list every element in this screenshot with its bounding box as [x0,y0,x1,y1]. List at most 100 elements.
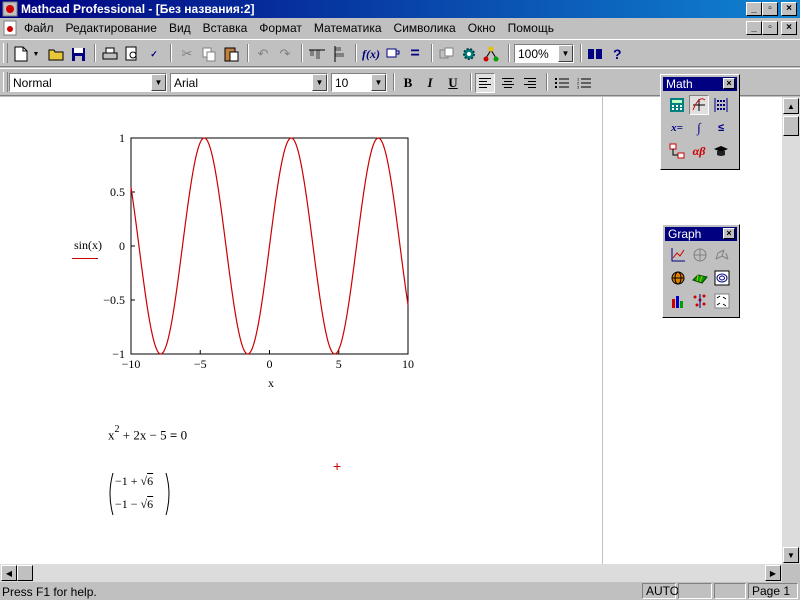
insert-function-button[interactable]: f(x) [360,43,382,65]
print-preview-button[interactable] [121,43,143,65]
paste-clipboard-icon [224,47,238,62]
zoom-select[interactable]: 100% ▼ [514,44,574,63]
maximize-button[interactable]: ▫ [762,2,778,16]
gear-icon [463,48,475,60]
bullets-button[interactable] [551,72,573,94]
math-palette[interactable]: Math × x= ∫ ≤ αβ [660,74,740,170]
matrix-toolbar-button[interactable] [711,95,731,115]
calculus-toolbar-button[interactable]: ∫ [689,118,709,138]
menu-format[interactable]: Формат [259,21,302,35]
font-size-select[interactable]: 10 ▼ [331,73,387,92]
new-document-button[interactable] [10,43,32,65]
graph-palette-close-button[interactable]: × [723,228,735,239]
new-dropdown-arrow[interactable]: ▼ [30,43,42,65]
greek-toolbar-button[interactable]: αβ [689,141,709,161]
scroll-down-button[interactable]: ▼ [783,547,799,563]
align-down-button[interactable] [328,43,350,65]
vertical-scrollbar[interactable]: ▲ ▼ [782,97,800,564]
scrollbar-corner [782,564,800,582]
toolbar-grip[interactable] [3,43,8,63]
mathcad-app-icon[interactable] [2,1,18,17]
graph-palette[interactable]: Graph × [662,224,740,318]
redo-button[interactable]: ↷ [274,43,296,65]
minimize-button[interactable]: _ [746,2,762,16]
calculate-button[interactable]: = [404,43,426,65]
style-dropdown-arrow[interactable]: ▼ [151,74,166,91]
boolean-toolbar-button[interactable]: ≤ [711,118,731,138]
3d-scatter-button[interactable] [690,291,710,311]
contour-plot-button[interactable] [668,268,688,288]
spell-check-button[interactable]: ✓ [143,43,165,65]
undo-button[interactable]: ↶ [252,43,274,65]
italic-button[interactable]: I [420,73,440,93]
programming-toolbar-button[interactable] [667,141,687,161]
xy-plot-button[interactable] [668,245,688,265]
menu-help[interactable]: Помощь [508,21,554,35]
doc-minimize-button[interactable]: _ [746,21,762,35]
font-dropdown-arrow[interactable]: ▼ [312,74,327,91]
equation-region[interactable]: x2 + 2x − 5 = 0 [108,424,187,443]
save-button[interactable] [67,43,89,65]
insert-unit-button[interactable] [382,43,404,65]
doc-close-button[interactable]: × [781,21,797,35]
font-select[interactable]: Arial ▼ [170,73,328,92]
project-button[interactable] [480,43,502,65]
horizontal-scrollbar[interactable]: ◀ ▶ [0,564,782,582]
menu-file[interactable]: Файл [24,21,54,35]
underline-button[interactable]: U [443,73,463,93]
evaluation-toolbar-button[interactable]: x= [667,118,687,138]
calculator-toolbar-button[interactable] [667,95,687,115]
scroll-left-button[interactable]: ◀ [1,565,17,581]
insert-component-button[interactable] [436,43,458,65]
paste-button[interactable] [220,43,242,65]
3d-surface-icon [692,274,708,284]
font-size-dropdown-arrow[interactable]: ▼ [371,74,386,91]
vector-field-icon [714,293,730,309]
toolbar-grip[interactable] [3,72,8,92]
new-document-icon [14,46,28,62]
document-icon[interactable] [2,20,18,36]
math-palette-titlebar[interactable]: Math × [663,77,737,91]
close-button[interactable]: × [781,2,797,16]
copy-button[interactable] [198,43,220,65]
menu-window[interactable]: Окно [468,21,496,35]
math-palette-close-button[interactable]: × [723,78,735,89]
menu-insert[interactable]: Вставка [203,21,248,35]
solution-vector[interactable]: −1 + √6 −1 − √6 [106,471,176,517]
reference-book-button[interactable] [584,43,606,65]
3d-bar-plot-button[interactable] [668,291,688,311]
graph-palette-titlebar[interactable]: Graph × [665,227,737,241]
align-right-button[interactable] [519,72,541,94]
style-select[interactable]: Normal ▼ [9,73,167,92]
open-button[interactable] [45,43,67,65]
align-across-button[interactable] [306,43,328,65]
print-button[interactable] [99,43,121,65]
menu-symbolics[interactable]: Символика [394,21,456,35]
menu-edit[interactable]: Редактирование [66,21,157,35]
graph-toolbar-button[interactable] [689,95,709,115]
resource-center-button[interactable] [458,43,480,65]
horizontal-scroll-thumb[interactable] [17,565,33,581]
3d-surface-button[interactable] [690,268,710,288]
xy-plot[interactable]: −10 −5 0 5 1010.50−0.5−1 [60,127,430,397]
menu-view[interactable]: Вид [169,21,191,35]
vertical-scroll-thumb[interactable] [783,116,799,136]
doc-restore-button[interactable]: ▫ [762,21,778,35]
scroll-up-button[interactable]: ▲ [783,98,799,114]
align-left-button[interactable] [475,73,495,93]
zoom-dropdown-arrow[interactable]: ▼ [558,45,573,62]
surface-plot-button[interactable] [712,245,732,265]
help-button[interactable]: ? [606,43,628,65]
align-down-icon [334,46,344,62]
polar-plot-button[interactable] [690,245,710,265]
symbolic-toolbar-button[interactable] [711,141,731,161]
style-value: Normal [13,76,52,90]
menu-math[interactable]: Математика [314,21,382,35]
contour-map-button[interactable] [712,268,732,288]
numbering-button[interactable]: 123 [573,72,595,94]
cut-button[interactable]: ✂ [176,43,198,65]
scroll-right-button[interactable]: ▶ [765,565,781,581]
vector-field-button[interactable] [712,291,732,311]
align-center-button[interactable] [497,72,519,94]
bold-button[interactable]: B [398,73,418,93]
